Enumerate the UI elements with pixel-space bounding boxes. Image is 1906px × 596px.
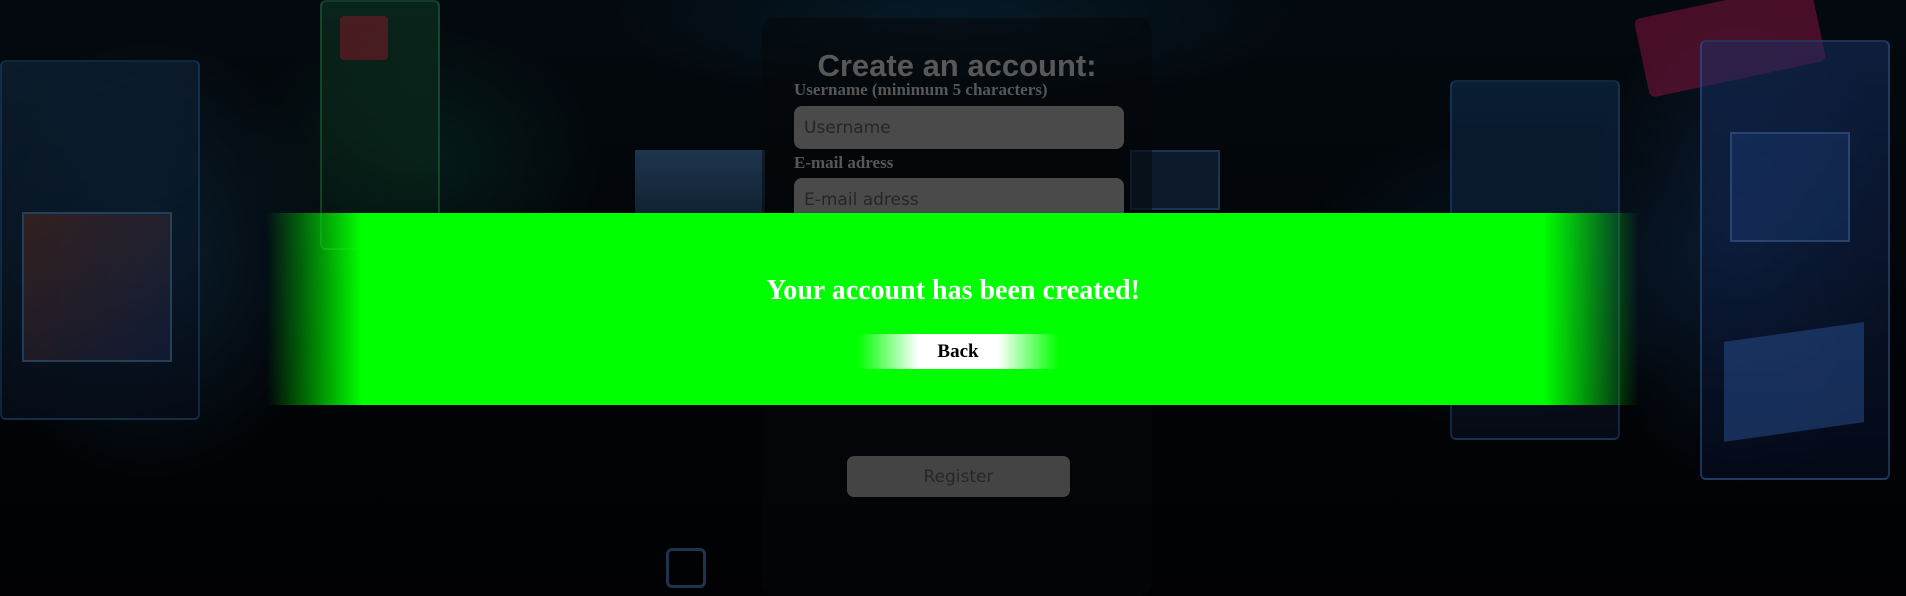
success-message: Your account has been created! [766, 275, 1140, 306]
success-banner: Your account has been created! Back [0, 213, 1906, 405]
back-button[interactable]: Back [858, 334, 1058, 369]
app-stage: Create an account: Username (minimum 5 c… [0, 0, 1906, 596]
